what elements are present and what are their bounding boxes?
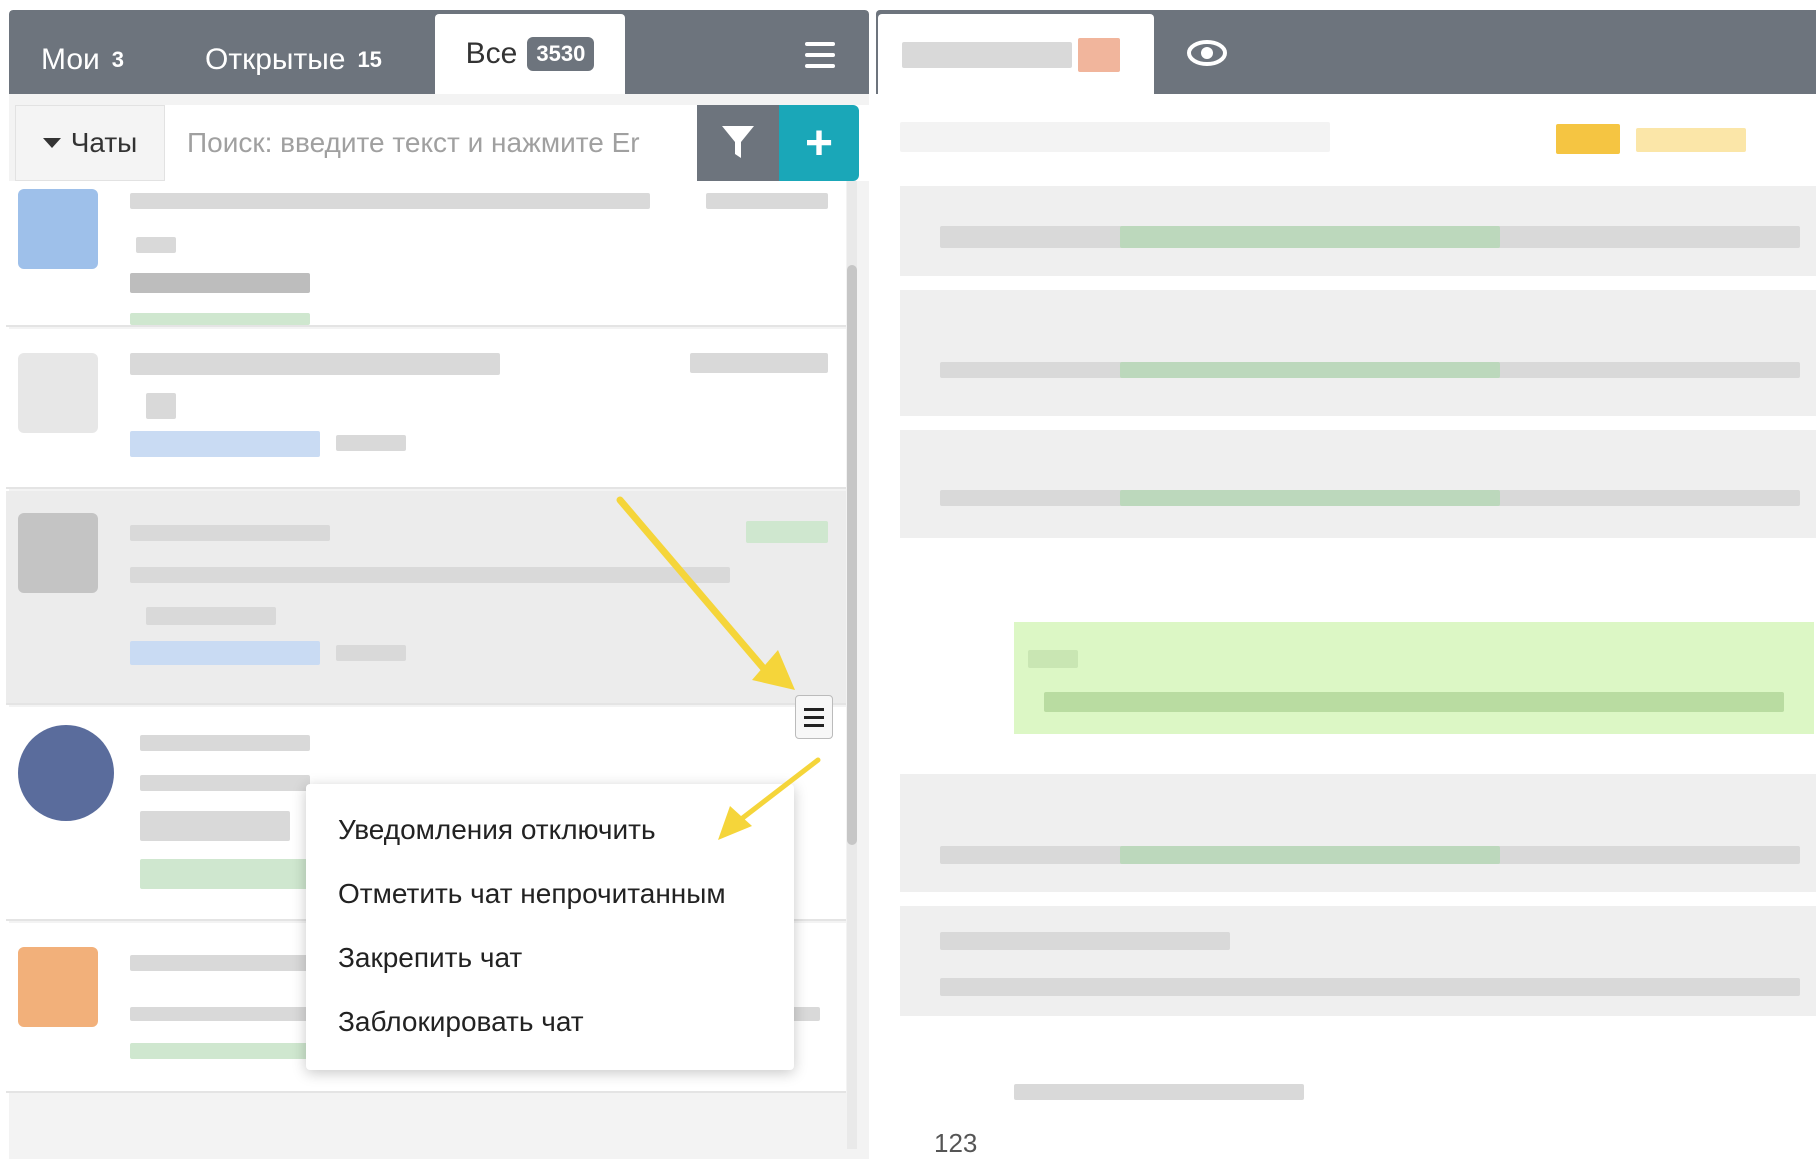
blurred-text — [146, 607, 276, 625]
blurred-text — [706, 193, 828, 209]
blurred-text — [1120, 226, 1500, 248]
tab-mine-count: 3 — [111, 47, 125, 72]
avatar — [18, 513, 98, 593]
tab-open-count: 15 — [357, 47, 382, 72]
blurred-text — [140, 811, 290, 841]
plus-icon: + — [804, 116, 834, 170]
row-menu-icon[interactable] — [795, 695, 833, 739]
blurred-text — [130, 353, 500, 375]
chat-list-item-active[interactable] — [6, 491, 846, 705]
blurred-text — [336, 435, 406, 451]
caret-down-icon — [42, 138, 61, 148]
chats-dropdown[interactable]: Чаты — [15, 105, 165, 181]
avatar — [18, 353, 98, 433]
blurred-text — [140, 775, 310, 791]
blurred-text — [130, 273, 310, 293]
tab-open[interactable]: Открытые 15 — [205, 26, 382, 94]
tab-all-count-badge: 3530 — [527, 37, 595, 71]
blurred-tag — [130, 1043, 320, 1059]
eye-icon[interactable] — [1186, 38, 1228, 68]
chat-list-scroll-thumb[interactable] — [847, 265, 857, 845]
menu-item-mute-notifications[interactable]: Уведомления отключить — [338, 814, 656, 846]
blurred-text — [1014, 1084, 1304, 1100]
blurred-text — [130, 193, 650, 209]
blurred-text — [690, 353, 828, 373]
blurred-badge — [1556, 124, 1620, 154]
blurred-text — [900, 122, 1330, 152]
tab-mine[interactable]: Мои 3 — [41, 26, 124, 94]
menu-icon[interactable] — [805, 42, 835, 68]
blurred-avatar — [1078, 38, 1120, 72]
search-input[interactable] — [167, 105, 697, 181]
tab-all-label: Все — [465, 37, 518, 70]
avatar — [18, 725, 114, 821]
chat-list-item[interactable] — [6, 329, 846, 489]
conversation-body — [876, 94, 1816, 1159]
conversation-header — [876, 10, 1816, 94]
message — [900, 186, 1816, 276]
blurred-text — [1120, 846, 1500, 864]
avatar — [18, 189, 98, 269]
message — [900, 774, 1816, 892]
blurred-text — [130, 525, 330, 541]
blurred-text — [1120, 362, 1500, 378]
blurred-text — [130, 567, 730, 583]
top-strip — [0, 0, 1816, 10]
chat-list-item[interactable] — [6, 181, 846, 327]
tab-open-label: Открытые — [205, 43, 346, 76]
blurred-text — [1120, 490, 1500, 506]
blurred-text — [1028, 650, 1078, 668]
conversation-panel: 123 — [876, 10, 1816, 1159]
menu-item-block-chat[interactable]: Заблокировать чат — [338, 1006, 584, 1038]
blurred-text — [940, 932, 1230, 950]
blurred-text — [146, 393, 176, 419]
blurred-text — [902, 42, 1072, 68]
filter-button[interactable] — [697, 105, 779, 181]
chat-context-menu: Уведомления отключить Отметить чат непро… — [306, 784, 794, 1070]
blurred-tag — [130, 431, 320, 457]
outgoing-message — [1014, 622, 1814, 734]
blurred-text — [130, 955, 310, 971]
blurred-tag — [130, 641, 320, 665]
page-number: 123 — [934, 1128, 978, 1158]
blurred-text — [140, 735, 310, 751]
message — [900, 906, 1816, 1016]
message — [900, 290, 1816, 416]
tab-all[interactable]: Все 3530 — [435, 14, 625, 94]
blurred-tag — [130, 313, 310, 325]
blurred-text — [940, 978, 1800, 996]
blurred-tag — [140, 859, 310, 889]
conversation-tab[interactable] — [878, 14, 1154, 94]
blurred-text — [1044, 692, 1784, 712]
tab-mine-label: Мои — [41, 43, 100, 76]
blurred-badge — [746, 521, 828, 543]
menu-item-mark-unread[interactable]: Отметить чат непрочитанным — [338, 878, 726, 910]
blurred-badge — [1636, 128, 1746, 152]
add-chat-button[interactable]: + — [779, 105, 859, 181]
chats-dropdown-label: Чаты — [70, 127, 138, 158]
avatar — [18, 947, 98, 1027]
message — [900, 430, 1816, 538]
chat-tabs-header: Мои 3 Открытые 15 Все 3530 — [9, 10, 869, 94]
menu-item-pin-chat[interactable]: Закрепить чат — [338, 942, 522, 974]
blurred-text — [136, 237, 176, 253]
filter-icon — [722, 126, 754, 158]
blurred-text — [336, 645, 406, 661]
search-bar: Чаты + — [15, 105, 869, 181]
